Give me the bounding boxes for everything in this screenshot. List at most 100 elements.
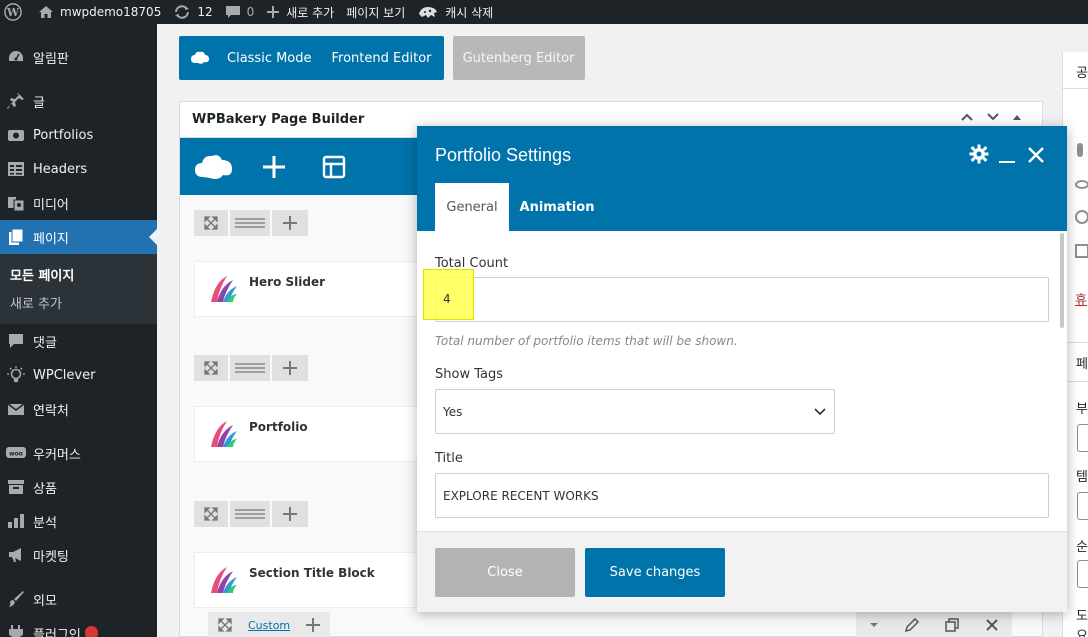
- add-column-icon[interactable]: [272, 355, 308, 381]
- element-brand-icon: [211, 567, 237, 593]
- clear-cache-label: 캐시 삭제: [445, 5, 494, 20]
- collapse-arrow-icon[interactable]: [1012, 112, 1022, 122]
- custom-column-link[interactable]: Custom: [242, 619, 296, 632]
- add-column-icon[interactable]: [272, 210, 308, 236]
- show-tags-value: Yes: [443, 404, 463, 419]
- frontend-editor-button[interactable]: Frontend Editor: [324, 51, 440, 66]
- site-name: mwpdemo18705: [60, 5, 162, 19]
- total-count-input[interactable]: 4: [435, 277, 1049, 322]
- sidebar-item-dashboard[interactable]: 알림판: [0, 40, 157, 74]
- close-button[interactable]: Close: [435, 548, 575, 597]
- submenu-add-new[interactable]: 새로 추가: [0, 288, 157, 316]
- pin-icon: [1077, 143, 1083, 157]
- sidebar-item-plugins[interactable]: 플러그인: [0, 616, 157, 637]
- chevron-down-icon[interactable]: [986, 112, 1000, 122]
- expand-icon[interactable]: [194, 501, 228, 527]
- sidebar-item-label: 플러그인: [33, 627, 81, 637]
- show-tags-select[interactable]: Yes: [435, 389, 835, 434]
- submenu-all-pages[interactable]: 모든 페이지: [0, 260, 157, 288]
- template-select[interactable]: [1077, 492, 1088, 520]
- comment-icon: [6, 331, 26, 351]
- sidebar-item-comments[interactable]: 댓글: [0, 324, 157, 358]
- chevron-up-icon[interactable]: [960, 112, 974, 122]
- wpbakery-title: WPBakery Page Builder: [192, 112, 365, 127]
- site-name-link[interactable]: mwpdemo18705: [32, 0, 167, 24]
- tab-animation[interactable]: Animation: [517, 183, 597, 231]
- expand-icon[interactable]: [208, 618, 242, 632]
- title-value: EXPLORE RECENT WORKS: [443, 488, 599, 503]
- drag-handle-icon[interactable]: [230, 355, 270, 381]
- tab-general[interactable]: General: [435, 183, 509, 231]
- element-section-title-block[interactable]: Section Title Block: [194, 552, 434, 608]
- trash-link[interactable]: 휴: [1075, 289, 1087, 308]
- sidebar-item-appearance[interactable]: 외모: [0, 582, 157, 616]
- sidebar-item-portfolios[interactable]: Portfolios: [0, 118, 157, 152]
- save-changes-button[interactable]: Save changes: [585, 548, 725, 597]
- sidebar-item-pages[interactable]: 페이지: [0, 220, 157, 254]
- drag-handle-icon[interactable]: [230, 501, 270, 527]
- classic-mode-button[interactable]: Classic Mode: [219, 51, 320, 66]
- add-element-icon[interactable]: [296, 618, 330, 632]
- new-content-link[interactable]: 새로 추가: [260, 0, 340, 24]
- delete-x-icon[interactable]: [972, 618, 1012, 632]
- dropdown-arrow-icon[interactable]: [856, 621, 892, 629]
- panel-toggle-controls: [960, 112, 1022, 122]
- updates-link[interactable]: 12: [167, 0, 218, 24]
- row-controls: [194, 501, 434, 527]
- close-icon[interactable]: [1027, 146, 1045, 168]
- sidebar-item-contact[interactable]: 연락처: [0, 392, 157, 426]
- parent-select[interactable]: [1077, 424, 1088, 452]
- archive-icon: [6, 477, 26, 497]
- sidebar-item-posts[interactable]: 글: [0, 84, 157, 118]
- view-page-link[interactable]: 페이지 보기: [340, 0, 411, 24]
- sidebar-item-marketing[interactable]: 마켓팅: [0, 538, 157, 572]
- add-column-icon[interactable]: [272, 501, 308, 527]
- order-label: 순: [1076, 540, 1088, 555]
- drag-handle-icon[interactable]: [230, 210, 270, 236]
- minimize-icon[interactable]: [998, 146, 1016, 168]
- sidebar-item-woocommerce[interactable]: woo 우커머스: [0, 436, 157, 470]
- plugins-update-badge: [84, 626, 98, 637]
- element-label: Section Title Block: [249, 566, 375, 580]
- wordpress-logo-icon[interactable]: W: [0, 0, 32, 24]
- sidebar-item-label: 분석: [33, 515, 57, 531]
- templates-icon[interactable]: [314, 147, 354, 187]
- gear-icon[interactable]: [969, 144, 989, 168]
- sidebar-item-label: 마켓팅: [33, 549, 69, 565]
- sidebar-item-analytics[interactable]: 분석: [0, 504, 157, 538]
- pages-icon: [6, 227, 26, 247]
- sidebar-item-media[interactable]: 미디어: [0, 186, 157, 220]
- modal-scrollbar[interactable]: [1060, 233, 1064, 328]
- order-input[interactable]: [1077, 560, 1088, 588]
- row-hero-slider: Hero Slider: [194, 210, 434, 317]
- modal-footer: Close Save changes: [417, 531, 1067, 612]
- comments-link[interactable]: 0: [219, 0, 261, 24]
- sidebar-item-headers[interactable]: Headers: [0, 152, 157, 186]
- clone-icon[interactable]: [932, 618, 972, 632]
- sidebar-item-products[interactable]: 상품: [0, 470, 157, 504]
- wpb-logo-icon: [179, 51, 219, 65]
- expand-icon[interactable]: [194, 210, 228, 236]
- wpb-logo-icon[interactable]: [194, 147, 234, 187]
- help-label: 도: [1076, 609, 1088, 624]
- column-controls: Custom: [208, 612, 331, 637]
- sidebar-item-wpclever[interactable]: WPClever: [0, 358, 157, 392]
- sidebar-item-label: 미디어: [33, 197, 69, 213]
- plus-icon: [267, 6, 280, 18]
- edit-pencil-icon[interactable]: [892, 618, 932, 632]
- mode-button-group: Classic Mode Frontend Editor: [179, 36, 444, 80]
- admin-sidebar: 알림판 글 Portfolios Headers 미디어 페이지 모든 페이지 …: [0, 24, 157, 637]
- brush-icon: [6, 589, 26, 609]
- modal-header: Portfolio Settings General Animation: [417, 126, 1067, 231]
- table-icon: [6, 159, 26, 179]
- gutenberg-editor-button[interactable]: Gutenberg Editor: [452, 36, 585, 80]
- clear-cache-link[interactable]: 캐시 삭제: [411, 0, 499, 24]
- add-element-icon[interactable]: [254, 147, 294, 187]
- expand-icon[interactable]: [194, 355, 228, 381]
- sidebar-item-label: 우커머스: [33, 447, 81, 463]
- plugin-icon: [6, 623, 26, 637]
- new-content-label: 새로 추가: [286, 5, 335, 20]
- element-hero-slider[interactable]: Hero Slider: [194, 261, 434, 317]
- title-input[interactable]: EXPLORE RECENT WORKS: [435, 473, 1049, 518]
- element-portfolio[interactable]: Portfolio: [194, 406, 434, 462]
